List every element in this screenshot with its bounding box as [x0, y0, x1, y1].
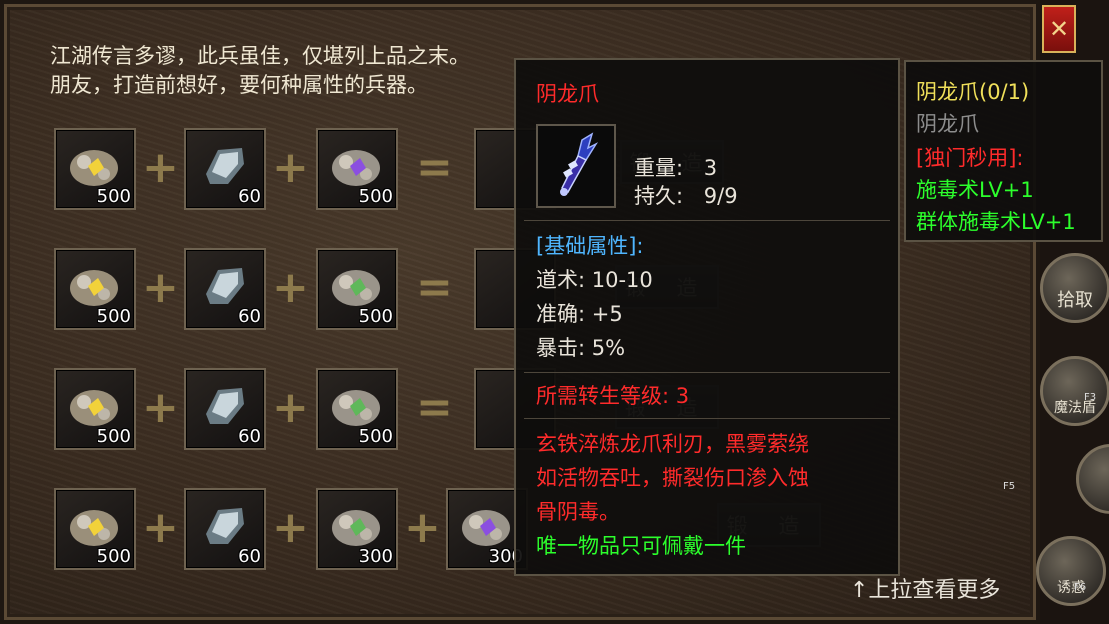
- item-name: 阴龙爪: [536, 82, 599, 106]
- skill-slot-f5[interactable]: [1076, 444, 1109, 514]
- gold-ore-icon: [70, 150, 118, 186]
- tooltip-divider: [524, 220, 890, 221]
- plus-sign: +: [272, 262, 309, 313]
- material-quantity: 60: [238, 546, 261, 567]
- green-ore-icon: [332, 390, 380, 426]
- material-quantity: 500: [96, 426, 131, 447]
- plus-sign: +: [272, 382, 309, 433]
- material-slot[interactable]: 500: [54, 368, 136, 450]
- material-quantity: 300: [358, 546, 393, 567]
- skill-bonus-2: 群体施毒术LV+1: [916, 210, 1076, 234]
- equals-sign: =: [416, 262, 453, 313]
- plus-sign: +: [272, 502, 309, 553]
- stat-accuracy: 准确: +5: [536, 302, 623, 326]
- dialog-line-1: 江湖传言多谬，此兵虽佳，仅堪列上品之末。: [50, 44, 470, 68]
- skill-header: [独门秒用]:: [916, 146, 1024, 170]
- stat-taoism: 道术: 10-10: [536, 268, 653, 292]
- gold-ore-icon: [70, 390, 118, 426]
- material-slot[interactable]: 60: [184, 248, 266, 330]
- stat-critical: 暴击: 5%: [536, 336, 626, 360]
- dragon-claw-icon: [560, 132, 599, 196]
- material-quantity: 500: [96, 546, 131, 567]
- plus-sign: +: [142, 142, 179, 193]
- material-quantity: 500: [358, 186, 393, 207]
- close-icon: ✕: [1048, 15, 1070, 43]
- plus-sign: +: [404, 502, 441, 553]
- plus-sign: +: [142, 382, 179, 433]
- durability-label: 持久:: [634, 184, 684, 208]
- material-slot[interactable]: 500: [54, 248, 136, 330]
- durability-row: 持久: 9/9: [634, 180, 738, 210]
- plus-sign: +: [142, 502, 179, 553]
- durability-value: 9/9: [703, 184, 738, 208]
- weight-value: 3: [703, 156, 718, 180]
- material-slot[interactable]: 60: [184, 368, 266, 450]
- scroll-hint: ↑上拉查看更多: [850, 578, 1001, 603]
- item-description-2: 如活物吞吐，撕裂伤口渗入蚀: [536, 466, 809, 490]
- equals-sign: =: [416, 382, 453, 433]
- plus-sign: +: [272, 142, 309, 193]
- material-quantity: 500: [358, 426, 393, 447]
- crystal-icon: [206, 388, 244, 424]
- material-quantity: 500: [96, 186, 131, 207]
- item-description-1: 玄铁淬炼龙爪利刃，黑雾萦绕: [536, 432, 809, 456]
- green-ore-icon: [332, 510, 380, 546]
- material-quantity: 60: [238, 426, 261, 447]
- set-title: 阴龙爪(0/1): [916, 80, 1030, 104]
- material-slot[interactable]: 60: [184, 488, 266, 570]
- material-slot[interactable]: 500: [54, 488, 136, 570]
- material-quantity: 60: [238, 306, 261, 327]
- weight-label: 重量:: [634, 156, 684, 180]
- base-attributes-header: [基础属性]:: [536, 234, 644, 258]
- purple-ore-icon: [462, 510, 510, 546]
- material-slot[interactable]: 300: [316, 488, 398, 570]
- gold-ore-icon: [70, 270, 118, 306]
- rebirth-requirement: 所需转生等级: 3: [536, 384, 690, 408]
- unique-item-note: 唯一物品只可佩戴一件: [536, 534, 746, 558]
- weight-row: 重量: 3: [634, 152, 717, 182]
- item-description-3: 骨阴毒。: [536, 500, 620, 524]
- pickup-button[interactable]: 拾取: [1040, 253, 1109, 323]
- crystal-icon: [206, 508, 244, 544]
- material-quantity: 60: [238, 186, 261, 207]
- hotkey-f6: F6: [1074, 582, 1087, 593]
- purple-ore-icon: [332, 150, 380, 186]
- item-icon-slot: [536, 124, 616, 208]
- material-slot[interactable]: 60: [184, 128, 266, 210]
- tooltip-divider: [524, 418, 890, 419]
- material-slot[interactable]: 500: [54, 128, 136, 210]
- item-tooltip: 阴龙爪 重量: 3 持久: 9/9 [基础属性]: 道术: 10-10 准确: …: [514, 58, 900, 576]
- hotkey-f3: F3: [1084, 392, 1097, 403]
- npc-dialog-text: 江湖传言多谬，此兵虽佳，仅堪列上品之末。 朋友，打造前想好，要何种属性的兵器。: [50, 42, 470, 100]
- crystal-icon: [206, 148, 244, 184]
- set-item: 阴龙爪: [916, 112, 979, 136]
- equals-sign: =: [416, 142, 453, 193]
- hotkey-f5: F5: [1003, 481, 1016, 492]
- magic-shield-button[interactable]: 魔法盾: [1040, 356, 1109, 426]
- material-quantity: 500: [96, 306, 131, 327]
- dialog-line-2: 朋友，打造前想好，要何种属性的兵器。: [50, 73, 428, 97]
- close-button[interactable]: ✕: [1042, 5, 1076, 53]
- material-quantity: 500: [358, 306, 393, 327]
- tooltip-divider: [524, 372, 890, 373]
- crystal-icon: [206, 268, 244, 304]
- tempt-button[interactable]: 诱惑: [1036, 536, 1106, 606]
- gold-ore-icon: [70, 510, 118, 546]
- material-slot[interactable]: 500: [316, 128, 398, 210]
- material-slot[interactable]: 500: [316, 368, 398, 450]
- pickup-label: 拾取: [1057, 290, 1093, 311]
- green-ore-icon: [332, 270, 380, 306]
- plus-sign: +: [142, 262, 179, 313]
- material-slot[interactable]: 500: [316, 248, 398, 330]
- set-bonus-box: 阴龙爪(0/1) 阴龙爪 [独门秒用]: 施毒术LV+1 群体施毒术LV+1: [904, 60, 1103, 242]
- skill-bonus-1: 施毒术LV+1: [916, 178, 1034, 202]
